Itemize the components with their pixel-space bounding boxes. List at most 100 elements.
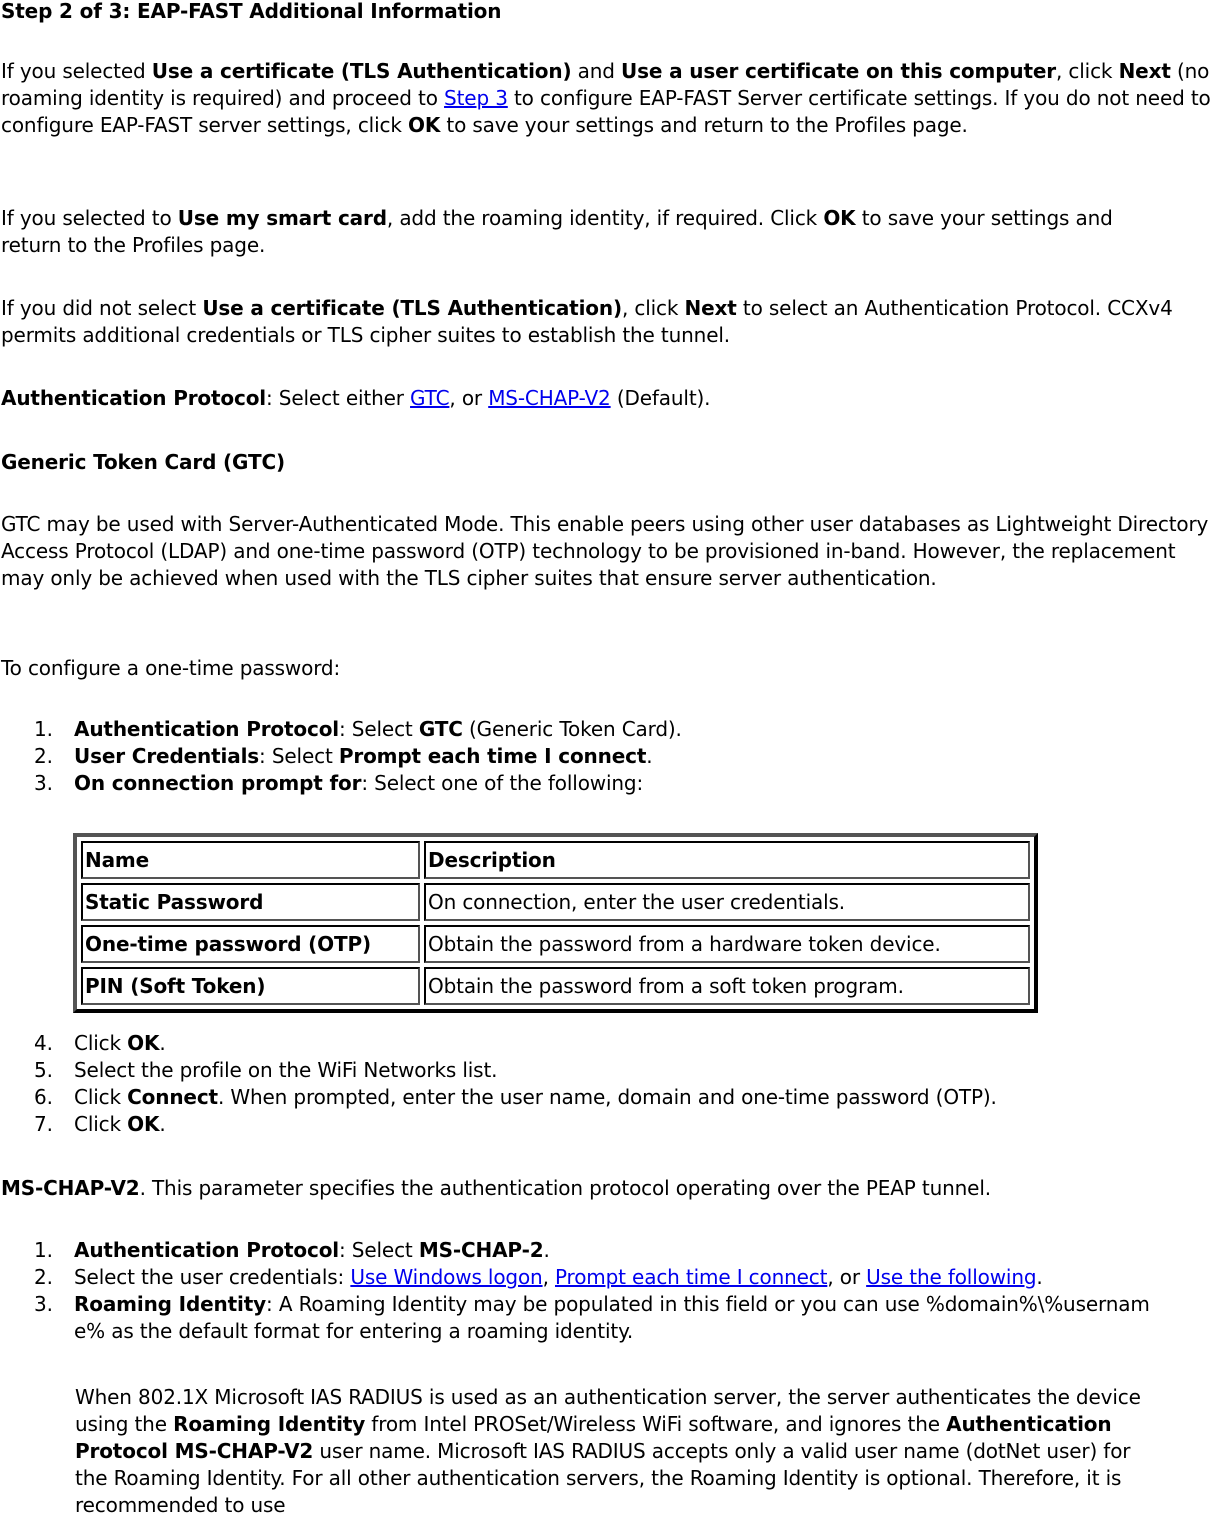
list-number: 3.: [34, 771, 53, 795]
table-cell-name: One-time password (OTP): [81, 925, 420, 963]
text: (Default).: [610, 386, 711, 410]
list-item: 2. Select the user credentials: Use Windo…: [1, 1264, 1232, 1291]
list-number: 1.: [34, 717, 53, 741]
list-item: 3. Roaming Identity: A Roaming Identity m…: [1, 1291, 1154, 1345]
text: If you did not select: [1, 296, 203, 320]
bold-term: Next: [1118, 59, 1171, 83]
table-row: One-time password (OTP) Obtain the passw…: [81, 925, 1030, 963]
text: .: [159, 1112, 166, 1136]
table-cell-description: On connection, enter the user credential…: [424, 883, 1030, 921]
list-item: 1. Authentication Protocol: Select GTC (G…: [1, 716, 1232, 743]
column-header-name: Name: [81, 841, 420, 879]
gtc-steps-list-b: 4. Click OK. 5. Select the profile on the …: [1, 1030, 1232, 1138]
bold-term: MS-CHAP-V2: [1, 1176, 140, 1200]
text: to save your settings and return to the …: [440, 113, 968, 137]
text: (Generic Token Card).: [462, 717, 682, 741]
text: : Select one of the following:: [361, 771, 644, 795]
ms-chap-steps-list: 1. Authentication Protocol: Select MS-CHA…: [1, 1237, 1232, 1345]
bold-term: OK: [127, 1031, 160, 1055]
text: Click: [74, 1031, 128, 1055]
list-number: 5.: [34, 1058, 53, 1082]
bold-term: OK: [407, 113, 441, 137]
text: . This parameter specifies the authentic…: [139, 1176, 992, 1200]
text: , add the roaming identity, if required.…: [386, 206, 824, 230]
paragraph-gtc-description: GTC may be used with Server-Authenticate…: [1, 512, 1209, 590]
bold-term: Next: [684, 296, 737, 320]
list-number: 7.: [34, 1112, 53, 1136]
text: .: [646, 744, 653, 768]
bold-term: On connection prompt for: [74, 771, 362, 795]
text: .: [543, 1238, 550, 1262]
column-header-description: Description: [424, 841, 1030, 879]
text: ,: [542, 1265, 555, 1289]
paragraph-smart-card: If you selected to Use my smart card, ad…: [1, 205, 1161, 259]
gtc-steps-list-a: 1. Authentication Protocol: Select GTC (G…: [1, 716, 1232, 797]
list-item: 1. Authentication Protocol: Select MS-CHA…: [1, 1237, 1232, 1264]
bold-term: User Credentials: [74, 744, 260, 768]
list-number: 2.: [34, 744, 53, 768]
paragraph-tls-certificate: If you selected Use a certificate (TLS A…: [1, 58, 1226, 139]
text: . When prompted, enter the user name, do…: [217, 1085, 997, 1109]
text: , click: [621, 296, 685, 320]
text: Click: [74, 1112, 128, 1136]
text: , or: [449, 386, 489, 410]
text: If you selected: [1, 59, 152, 83]
paragraph-auth-protocol: Authentication Protocol: Select either G…: [1, 385, 1232, 412]
bold-term: Use a certificate (TLS Authentication): [202, 296, 622, 320]
bold-term: Roaming Identity: [74, 1292, 267, 1316]
prompt-options-table: Name Description Static Password On conn…: [73, 833, 1038, 1013]
list-item: 2. User Credentials: Select Prompt each t…: [1, 743, 1232, 770]
bold-term: Authentication Protocol: [74, 717, 340, 741]
list-number: 1.: [34, 1238, 53, 1262]
list-item: 3. On connection prompt for: Select one o…: [1, 770, 1232, 797]
bold-term: Use a user certificate on this computer: [621, 59, 1056, 83]
use-the-following-link[interactable]: Use the following: [866, 1265, 1036, 1289]
bold-term: Authentication Protocol: [1, 386, 267, 410]
list-item: 7. Click OK.: [1, 1111, 1232, 1138]
bold-term: OK: [823, 206, 856, 230]
gtc-link[interactable]: GTC: [410, 386, 450, 410]
table-row: PIN (Soft Token) Obtain the password fro…: [81, 967, 1030, 1005]
bold-term: Use my smart card: [177, 206, 387, 230]
list-item: 5. Select the profile on the WiFi Network…: [1, 1057, 1232, 1084]
gtc-heading-text: Generic Token Card (GTC): [1, 450, 285, 474]
text: : Select either: [266, 386, 411, 410]
list-number: 6.: [34, 1085, 53, 1109]
text: from Intel PROSet/Wireless WiFi software…: [365, 1412, 947, 1436]
text: Select the user credentials:: [74, 1265, 351, 1289]
list-item: 4. Click OK.: [1, 1030, 1232, 1057]
bold-term: OK: [127, 1112, 160, 1136]
list-item: 6. Click Connect. When prompted, enter th…: [1, 1084, 1232, 1111]
table-header-row: Name Description: [81, 841, 1030, 879]
step-3-link[interactable]: Step 3: [444, 86, 508, 110]
bold-term: GTC: [418, 717, 463, 741]
text: If you selected to: [1, 206, 178, 230]
text: .: [1036, 1265, 1043, 1289]
table-cell-description: Obtain the password from a soft token pr…: [424, 967, 1030, 1005]
text: Select the profile on the WiFi Networks …: [74, 1058, 498, 1082]
paragraph-otp-intro: To configure a one-time password:: [1, 656, 341, 680]
table-cell-description: Obtain the password from a hardware toke…: [424, 925, 1030, 963]
bold-term: Roaming Identity: [173, 1412, 366, 1436]
ms-chap-v2-link[interactable]: MS-CHAP-V2: [488, 386, 611, 410]
prompt-each-time-link[interactable]: Prompt each time I connect: [555, 1265, 827, 1289]
bold-term: MS-CHAP-2: [418, 1238, 544, 1262]
table-row: Static Password On connection, enter the…: [81, 883, 1030, 921]
use-windows-logon-link[interactable]: Use Windows logon: [350, 1265, 542, 1289]
text: , or: [827, 1265, 867, 1289]
bold-term: Prompt each time I connect: [338, 744, 647, 768]
gtc-heading: Generic Token Card (GTC): [1, 449, 1232, 476]
paragraph-ias-radius: When 802.1X Microsoft IAS RADIUS is used…: [1, 1384, 1155, 1519]
bold-term: Authentication Protocol: [74, 1238, 340, 1262]
bold-term: Connect: [127, 1085, 218, 1109]
list-number: 3.: [34, 1292, 53, 1316]
page-heading: Step 2 of 3: EAP-FAST Additional Informa…: [1, 0, 502, 23]
table-cell-name: PIN (Soft Token): [81, 967, 420, 1005]
text: Click: [74, 1085, 128, 1109]
text: : Select: [339, 1238, 419, 1262]
text: and: [571, 59, 622, 83]
list-number: 2.: [34, 1265, 53, 1289]
text: , click: [1056, 59, 1119, 83]
bold-term: Use a certificate (TLS Authentication): [151, 59, 572, 83]
text: : Select: [339, 717, 419, 741]
